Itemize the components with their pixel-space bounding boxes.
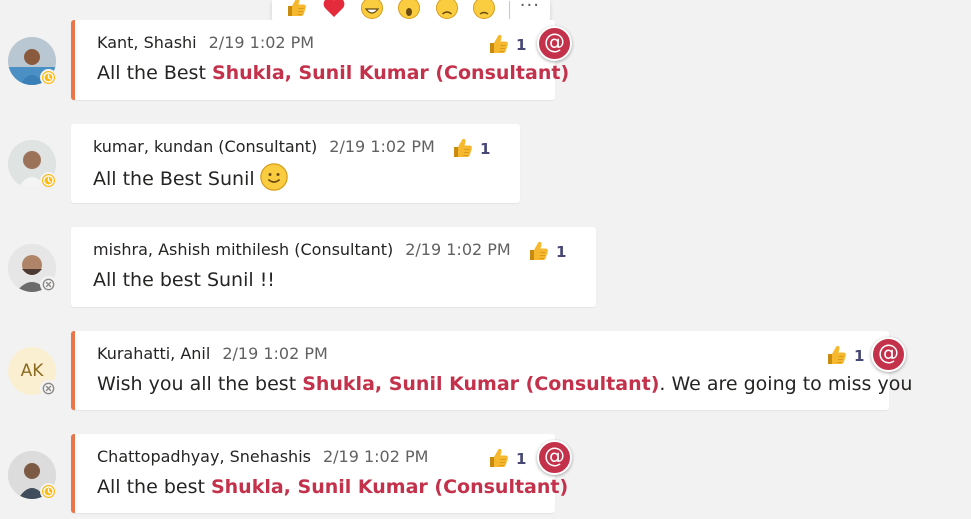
message-card[interactable]: Kant, Shashi 2/19 1:02 PM All the Best Sh… (71, 20, 569, 100)
smiley-emoji-icon (259, 162, 289, 197)
like-reaction[interactable]: 1 (527, 240, 566, 264)
reaction-count: 1 (556, 243, 567, 261)
message-text: . We are going to miss you (659, 373, 913, 395)
away-status-icon (40, 172, 57, 189)
message-text: All the Best Sunil (93, 168, 255, 190)
message-header: mishra, Ashish mithilesh (Consultant) 2/1… (93, 240, 511, 259)
at-sign: @ (878, 341, 899, 365)
mention-link[interactable]: Shukla, Sunil Kumar (Consultant) (302, 373, 659, 395)
reaction-bar-divider (508, 1, 510, 19)
message-text: Wish you all the best (97, 373, 303, 395)
like-reaction[interactable]: 1 (487, 447, 526, 471)
angry-reaction-icon[interactable] (469, 0, 498, 20)
thumbs-up-icon (451, 137, 475, 161)
message-timestamp: 2/19 1:02 PM (208, 33, 315, 52)
mention-at-badge: @ (537, 26, 572, 61)
like-reaction[interactable]: 1 (487, 33, 526, 57)
message-header: Kant, Shashi 2/19 1:02 PM (97, 33, 314, 52)
offline-status-icon (40, 380, 57, 397)
message-timestamp: 2/19 1:02 PM (222, 344, 328, 363)
mention-link[interactable]: Shukla, Sunil Kumar (Consultant) (211, 476, 568, 498)
message-text: All the Best (97, 62, 212, 84)
mention-at-badge: @ (537, 440, 572, 475)
message-card[interactable]: kumar, kundan (Consultant) 2/19 1:02 PM A… (71, 124, 520, 203)
offline-status-icon (40, 276, 57, 293)
message-text: All the best (97, 476, 211, 498)
message-header: Kurahatti, Anil 2/19 1:02 PM (97, 344, 328, 363)
message-timestamp: 2/19 1:02 PM (405, 240, 511, 259)
thumbs-up-icon (487, 33, 511, 57)
reaction-count: 1 (854, 347, 865, 365)
reaction-count: 1 (516, 36, 527, 54)
more-options-button[interactable]: ··· (520, 0, 540, 16)
message-card[interactable]: Chattopadhyay, Snehashis 2/19 1:02 PM All… (71, 434, 568, 513)
message-card[interactable]: mishra, Ashish mithilesh (Consultant) 2/1… (71, 227, 596, 307)
reaction-picker-bar: ··· (272, 0, 550, 22)
at-sign: @ (544, 444, 565, 468)
laugh-reaction-icon[interactable] (357, 0, 386, 20)
reaction-count: 1 (516, 450, 527, 468)
author-name[interactable]: Kurahatti, Anil (97, 344, 210, 363)
message-card[interactable]: Kurahatti, Anil 2/19 1:02 PM Wish you all… (71, 331, 912, 410)
message-header: Chattopadhyay, Snehashis 2/19 1:02 PM (97, 447, 428, 466)
author-name[interactable]: Chattopadhyay, Snehashis (97, 447, 311, 466)
thumbs-up-icon (825, 344, 849, 368)
author-name[interactable]: mishra, Ashish mithilesh (Consultant) (93, 240, 393, 259)
thumbs-up-icon (527, 240, 551, 264)
like-reaction[interactable]: 1 (825, 344, 864, 368)
away-status-icon (40, 69, 57, 86)
surprised-reaction-icon[interactable] (394, 0, 423, 20)
message-body: All the Best Shukla, Sunil Kumar (Consul… (97, 62, 569, 84)
author-name[interactable]: kumar, kundan (Consultant) (93, 137, 317, 156)
mention-at-badge: @ (871, 337, 906, 372)
thumbs-up-icon (487, 447, 511, 471)
sad-reaction-icon[interactable] (432, 0, 461, 20)
at-sign: @ (544, 30, 565, 54)
mention-link[interactable]: Shukla, Sunil Kumar (Consultant) (212, 62, 569, 84)
message-body: All the best Shukla, Sunil Kumar (Consul… (97, 476, 568, 498)
message-text: All the best Sunil !! (93, 269, 275, 291)
away-status-icon (40, 483, 57, 500)
message-body: Wish you all the best Shukla, Sunil Kuma… (97, 373, 912, 395)
reaction-count: 1 (480, 140, 491, 158)
message-header: kumar, kundan (Consultant) 2/19 1:02 PM (93, 137, 435, 156)
like-reaction[interactable]: 1 (451, 137, 490, 161)
message-body: All the Best Sunil (93, 162, 289, 197)
like-reaction-icon[interactable] (282, 0, 311, 20)
heart-reaction-icon[interactable] (319, 0, 348, 20)
avatar-initials: AK (20, 361, 44, 381)
message-timestamp: 2/19 1:02 PM (322, 447, 429, 466)
message-timestamp: 2/19 1:02 PM (329, 137, 435, 156)
message-body: All the best Sunil !! (93, 269, 275, 291)
author-name[interactable]: Kant, Shashi (97, 33, 197, 52)
